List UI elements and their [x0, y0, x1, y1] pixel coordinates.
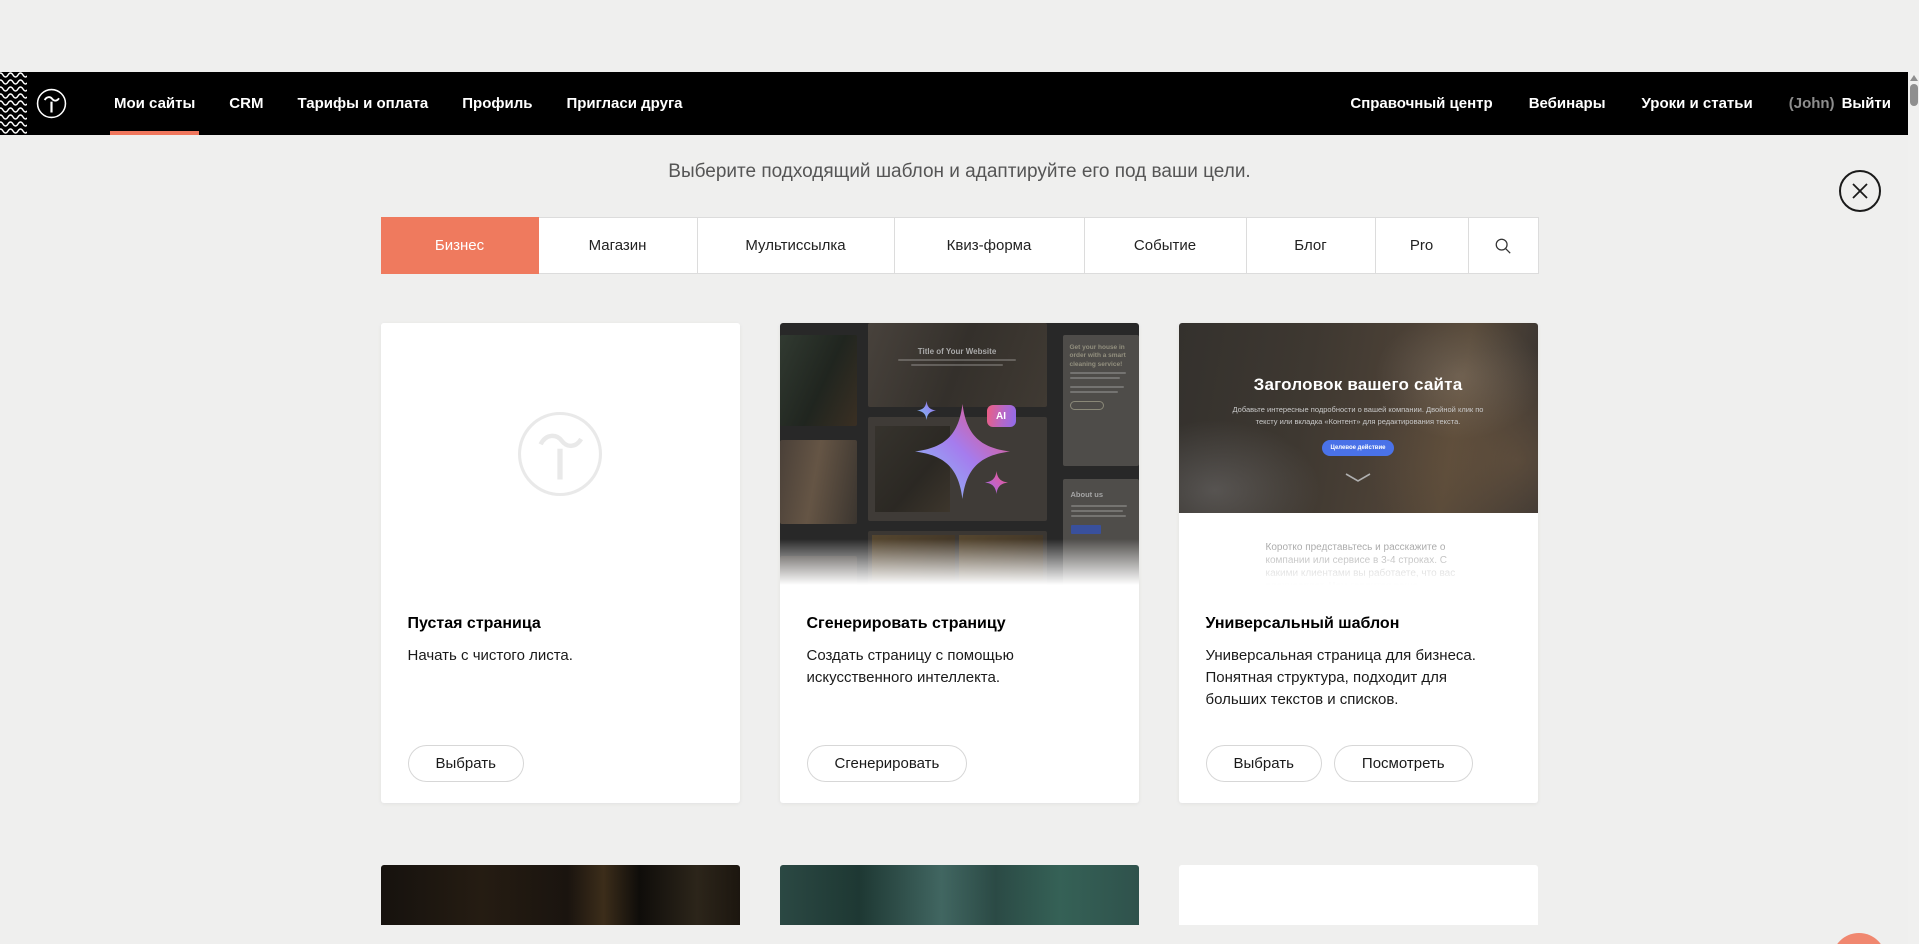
chevron-down-icon — [1179, 470, 1538, 488]
template-card-universal: Заголовок вашего сайта Добавьте интересн… — [1179, 323, 1538, 803]
scrollbar-up-arrow[interactable] — [1910, 75, 1918, 81]
card-title: Пустая страница — [408, 615, 713, 633]
nav-item-label: Мои сайты — [114, 95, 195, 112]
template-grid: Пустая страница Начать с чистого листа. … — [381, 323, 1539, 803]
preview-mini-button — [1070, 401, 1104, 410]
help-button[interactable]: ? — [1832, 933, 1886, 944]
secondary-menu: Справочный центр Вебинары Уроки и статьи… — [1350, 72, 1908, 135]
tab-business[interactable]: Бизнес — [381, 217, 539, 274]
preview-site-title: Title of Your Website — [868, 347, 1047, 356]
preview-thumbnail-text: Get your house in order with a smart cle… — [1063, 335, 1139, 466]
ai-badge: AI — [987, 405, 1016, 427]
preview-hero-subtitle: Добавьте интересные подробности о вашей … — [1232, 404, 1484, 427]
nav-item-invite-friend[interactable]: Пригласи друга — [566, 72, 682, 135]
card-body: Сгенерировать страницу Создать страницу … — [780, 585, 1139, 689]
preview-thumbnail-about: About us — [1063, 479, 1139, 585]
logout-label: Выйти — [1842, 95, 1891, 112]
scrollbar-thumb[interactable] — [1910, 84, 1918, 106]
preview-thumbnail — [780, 556, 857, 585]
user-name: (John) — [1789, 95, 1835, 112]
nav-item-label: Уроки и статьи — [1642, 95, 1753, 112]
preview-cta-button: Целевое действие — [1322, 440, 1394, 456]
tab-blog[interactable]: Блог — [1247, 217, 1376, 274]
nav-item-lessons[interactable]: Уроки и статьи — [1642, 72, 1753, 135]
preview-thumbnail — [780, 335, 857, 426]
search-icon — [1494, 237, 1512, 255]
preview-hero: Заголовок вашего сайта Добавьте интересн… — [1179, 323, 1538, 513]
card-body: Универсальный шаблон Универсальная стран… — [1179, 585, 1538, 710]
blank-template-preview[interactable] — [381, 323, 740, 585]
template-grid-row-2 — [381, 865, 1539, 925]
tab-event[interactable]: Событие — [1085, 217, 1247, 274]
close-icon — [1850, 181, 1870, 201]
nav-item-label: Профиль — [462, 95, 532, 112]
nav-item-label: Тарифы и оплата — [297, 95, 428, 112]
logout-link[interactable]: Выйти — [1842, 72, 1891, 135]
nav-item-webinars[interactable]: Вебинары — [1529, 72, 1606, 135]
preview-about-heading: About us — [1071, 490, 1131, 499]
generate-button[interactable]: Сгенерировать — [807, 745, 968, 782]
nav-item-crm[interactable]: CRM — [229, 72, 263, 135]
nav-item-label: Пригласи друга — [566, 95, 682, 112]
nav-item-label: Справочный центр — [1350, 95, 1492, 112]
scrollbar — [1908, 72, 1919, 944]
sparkle-small-icon — [985, 471, 1008, 494]
template-card-partial[interactable] — [381, 865, 740, 925]
tilda-watermark-icon — [516, 410, 604, 498]
preview-thumbnail — [868, 531, 1047, 585]
nav-item-profile[interactable]: Профиль — [462, 72, 532, 135]
template-card-partial[interactable] — [1179, 865, 1538, 925]
preview-thumbnail-hero: Title of Your Website — [868, 323, 1047, 407]
card-actions: Выбрать — [408, 745, 524, 782]
preview-body-text: Коротко представьтесь и расскажите о ком… — [1266, 541, 1462, 585]
search-tab[interactable] — [1469, 217, 1539, 274]
template-card-ai: Title of Your Website Get your house in … — [780, 323, 1139, 803]
category-tabs: Бизнес Магазин Мультиссылка Квиз-форма С… — [381, 217, 1539, 274]
card-actions: Выбрать Посмотреть — [1206, 745, 1473, 782]
wave-pattern-decoration — [0, 72, 27, 135]
nav-item-label: CRM — [229, 95, 263, 112]
main-menu: Мои сайты CRM Тарифы и оплата Профиль Пр… — [114, 72, 683, 135]
account-area: (John) Выйти — [1789, 72, 1891, 135]
nav-item-my-sites[interactable]: Мои сайты — [114, 72, 195, 135]
close-button[interactable] — [1839, 170, 1881, 212]
card-description: Создать страницу с помощью искусственног… — [807, 645, 1112, 689]
preview-hero-title: Заголовок вашего сайта — [1179, 323, 1538, 395]
preview-button[interactable]: Посмотреть — [1334, 745, 1473, 782]
preview-side-heading: Get your house in order with a smart cle… — [1070, 344, 1132, 369]
universal-template-preview[interactable]: Заголовок вашего сайта Добавьте интересн… — [1179, 323, 1538, 585]
preview-mini-button — [1071, 525, 1101, 534]
tab-multilink[interactable]: Мультиссылка — [698, 217, 895, 274]
card-actions: Сгенерировать — [807, 745, 968, 782]
card-title: Сгенерировать страницу — [807, 615, 1112, 633]
choose-button[interactable]: Выбрать — [1206, 745, 1322, 782]
template-card-blank: Пустая страница Начать с чистого листа. … — [381, 323, 740, 803]
nav-item-label: Вебинары — [1529, 95, 1606, 112]
card-description: Начать с чистого листа. — [408, 645, 713, 667]
ai-template-preview[interactable]: Title of Your Website Get your house in … — [780, 323, 1139, 585]
tab-quiz-form[interactable]: Квиз-форма — [895, 217, 1085, 274]
template-card-partial[interactable] — [780, 865, 1139, 925]
top-nav: Мои сайты CRM Тарифы и оплата Профиль Пр… — [0, 72, 1908, 135]
page-subtitle: Выберите подходящий шаблон и адаптируйте… — [0, 162, 1919, 181]
preview-thumbnail — [780, 440, 857, 524]
choose-button[interactable]: Выбрать — [408, 745, 524, 782]
card-title: Универсальный шаблон — [1206, 615, 1511, 633]
card-description: Универсальная страница для бизнеса. Поня… — [1206, 645, 1511, 710]
tab-shop[interactable]: Магазин — [539, 217, 698, 274]
nav-item-help-center[interactable]: Справочный центр — [1350, 72, 1492, 135]
tab-pro[interactable]: Pro — [1376, 217, 1469, 274]
nav-item-tariffs[interactable]: Тарифы и оплата — [297, 72, 428, 135]
tilda-logo[interactable] — [36, 88, 67, 119]
card-body: Пустая страница Начать с чистого листа. — [381, 585, 740, 667]
